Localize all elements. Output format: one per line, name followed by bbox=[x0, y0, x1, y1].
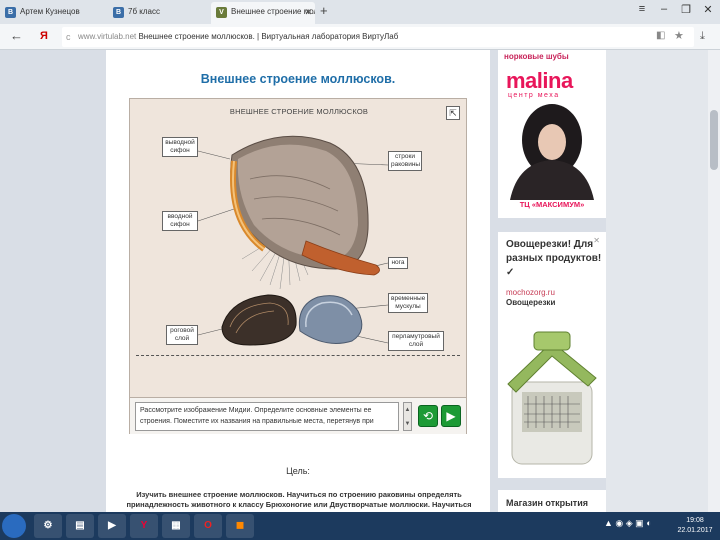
ad-store-title: Магазин открытия bbox=[506, 498, 588, 508]
label-text: нога bbox=[391, 259, 405, 266]
new-tab-button[interactable]: + bbox=[320, 3, 328, 18]
taskbar-explorer-icon[interactable]: ▤ bbox=[66, 514, 94, 538]
label-text: перламутровый слой bbox=[392, 333, 440, 348]
label-text: роговой слой bbox=[170, 327, 194, 342]
ad-link: mochozorg.ru bbox=[506, 288, 555, 297]
yandex-icon[interactable]: Я bbox=[40, 30, 48, 42]
ad-fur-text: норковые шубы bbox=[504, 52, 569, 61]
page-scrollbar[interactable] bbox=[708, 50, 720, 512]
restore-icon[interactable]: ❐ bbox=[676, 3, 696, 16]
tab-virtulab[interactable]: V Внешнее строение молл ✕ bbox=[211, 2, 315, 24]
url-page-title: Внешнее строение моллюсков. | Виртуальна… bbox=[136, 32, 399, 41]
taskbar-office-icon[interactable]: ◼ bbox=[226, 514, 254, 538]
connection-icon: c bbox=[66, 32, 71, 42]
goal-heading: Цель: bbox=[286, 466, 310, 476]
bookmark-star-icon[interactable]: ★ bbox=[674, 29, 684, 42]
scrollbar-thumb[interactable] bbox=[710, 110, 718, 170]
tabs-list-icon[interactable]: ≡ bbox=[632, 3, 652, 15]
ad-store[interactable]: Магазин открытия bbox=[498, 490, 606, 512]
vk-icon: В bbox=[5, 7, 16, 18]
url-field[interactable]: c www.virtulab.net Внешнее строение молл… bbox=[62, 27, 694, 47]
page-title: Внешнее строение моллюсков. bbox=[200, 72, 396, 86]
system-tray-icons[interactable]: ▲ ◉ ◈ ▣ ◐ bbox=[604, 518, 652, 529]
ad-title: Овощерезки! Для разных продуктов! ✓ bbox=[506, 239, 602, 278]
next-button[interactable]: ▶ bbox=[441, 405, 461, 427]
taskbar-app-icon[interactable]: ⚙ bbox=[34, 514, 62, 538]
cutter-product-image bbox=[507, 331, 597, 465]
ad-malina[interactable]: норковые шубы malina центр меха ТЦ «МАКС… bbox=[498, 50, 606, 218]
label-exhalant-siphon[interactable]: выводной сифон bbox=[162, 137, 198, 157]
reset-button[interactable]: ⟲ bbox=[418, 405, 438, 427]
taskbar-clock[interactable]: 19:08 22.01.2017 bbox=[672, 516, 718, 536]
label-text: выводной сифон bbox=[165, 139, 195, 154]
ad-mall-name: ТЦ «МАКСИМУМ» bbox=[519, 200, 585, 209]
label-text: временные мускулы bbox=[391, 295, 426, 310]
tab-bar: В Артем Кузнецов В 7б класс V Внешнее ст… bbox=[0, 0, 720, 24]
label-foot[interactable]: нога bbox=[388, 257, 408, 269]
taskbar: ⚙ ▤ ▶ Y ▦ O ◼ ▲ ◉ ◈ ▣ ◐ 19:08 22.01.2017 bbox=[0, 512, 720, 540]
instruction-scroll[interactable]: ▲ ▼ bbox=[403, 402, 412, 431]
ad-vegetable-cutter[interactable]: Овощерезки! Для разных продуктов! ✓ ✕ mo… bbox=[498, 232, 606, 478]
label-text: вводной сифон bbox=[167, 213, 193, 228]
protect-icon[interactable]: ◧ bbox=[656, 30, 665, 41]
tab-vk-artem[interactable]: В Артем Кузнецов bbox=[0, 2, 105, 24]
lab-footer: Рассмотрите изображение Мидии. Определит… bbox=[130, 397, 466, 434]
taskbar-opera-icon[interactable]: O bbox=[194, 514, 222, 538]
vk-icon: В bbox=[113, 7, 124, 18]
taskbar-app2-icon[interactable]: ▦ bbox=[162, 514, 190, 538]
close-window-icon[interactable]: ✕ bbox=[698, 3, 718, 16]
minimize-icon[interactable]: – bbox=[654, 3, 674, 15]
tab-7b-class[interactable]: В 7б класс bbox=[108, 2, 208, 24]
tab-label: Внешнее строение молл bbox=[231, 7, 315, 16]
address-bar: ← Я c www.virtulab.net Внешнее строение … bbox=[0, 24, 720, 50]
page-viewport: Внешнее строение моллюсков. ВНЕШНЕЕ СТРО… bbox=[0, 50, 720, 512]
main-content: Внешнее строение моллюсков. ВНЕШНЕЕ СТРО… bbox=[106, 50, 490, 512]
ad-model-photo bbox=[510, 104, 594, 200]
label-muscles[interactable]: временные мускулы bbox=[388, 293, 428, 313]
divider-line bbox=[136, 355, 460, 356]
ad-link-label: Овощерезки bbox=[506, 298, 556, 307]
url-domain: www.virtulab.net bbox=[78, 32, 137, 41]
clock-time: 19:08 bbox=[686, 517, 704, 524]
malina-logo: malina bbox=[506, 68, 573, 93]
label-text: строки раковины bbox=[391, 153, 421, 168]
taskbar-media-icon[interactable]: ▶ bbox=[98, 514, 126, 538]
virtulab-icon: V bbox=[216, 7, 227, 18]
download-icon[interactable]: ⤓ bbox=[700, 30, 705, 43]
tab-label: 7б класс bbox=[128, 7, 160, 16]
right-margin bbox=[606, 50, 720, 512]
label-inhalant-siphon[interactable]: вводной сифон bbox=[162, 211, 198, 231]
close-tab-icon[interactable]: ✕ bbox=[304, 2, 312, 22]
back-icon[interactable]: ← bbox=[10, 28, 23, 43]
virtual-lab-panel[interactable]: ВНЕШНЕЕ СТРОЕНИЕ МОЛЛЮСКОВ ⇱ выводной си… bbox=[129, 98, 467, 434]
clock-date: 22.01.2017 bbox=[677, 527, 713, 534]
start-button[interactable] bbox=[2, 514, 26, 538]
taskbar-yandex-icon[interactable]: Y bbox=[130, 514, 158, 538]
label-pearl-layer[interactable]: перламутровый слой bbox=[388, 331, 444, 351]
goal-text: Изучить внешнее строение моллюсков. Науч… bbox=[126, 490, 472, 509]
ad-close-icon[interactable]: ✕ bbox=[593, 236, 600, 245]
label-horny-layer[interactable]: роговой слой bbox=[166, 325, 198, 345]
tab-label: Артем Кузнецов bbox=[20, 7, 80, 16]
malina-subtitle: центр меха bbox=[508, 92, 560, 99]
label-growth-lines[interactable]: строки раковины bbox=[388, 151, 422, 171]
instruction-text: Рассмотрите изображение Мидии. Определит… bbox=[135, 402, 399, 431]
